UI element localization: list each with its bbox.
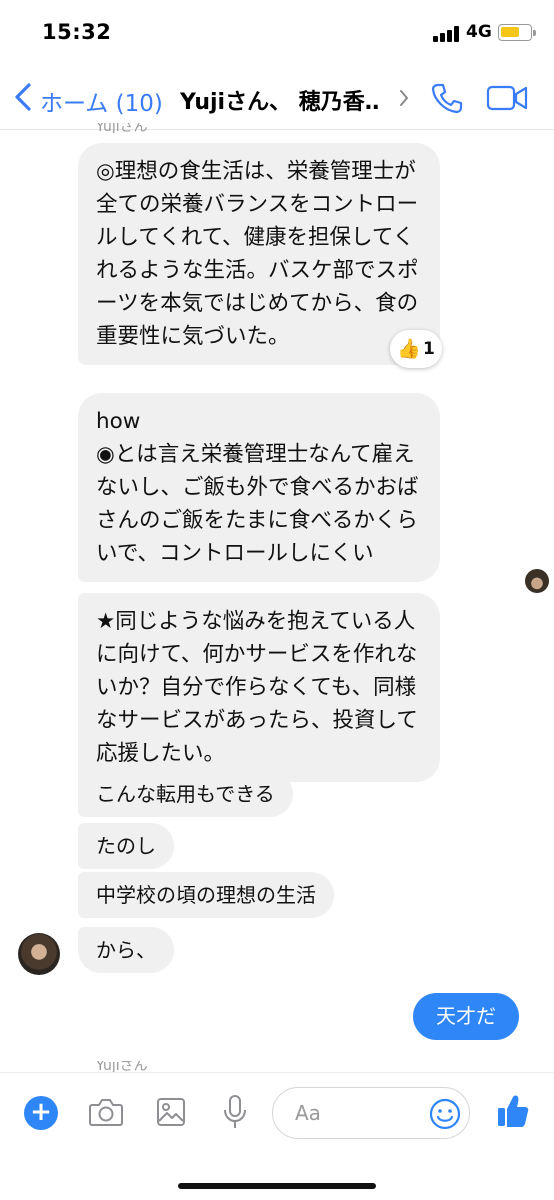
outgoing-message-bubble[interactable]: 天才だ bbox=[413, 993, 519, 1040]
chevron-right-icon[interactable] bbox=[398, 88, 410, 108]
message-input-placeholder: Aa bbox=[295, 1101, 321, 1125]
battery-icon bbox=[498, 24, 536, 41]
video-camera-icon[interactable] bbox=[486, 84, 528, 112]
reaction-badge[interactable]: 👍 1 bbox=[390, 330, 442, 368]
read-receipt-avatar bbox=[525, 569, 549, 593]
message-line: how bbox=[96, 409, 141, 434]
emoji-icon[interactable] bbox=[429, 1098, 461, 1130]
sender-name: Yujiさん bbox=[96, 1061, 148, 1072]
thumbs-up-reaction-icon: 👍 bbox=[397, 338, 421, 360]
avatar[interactable] bbox=[18, 933, 60, 975]
reaction-count: 1 bbox=[423, 339, 435, 359]
message-bubble[interactable]: ★同じような悩みを抱えている人に向けて、何かサービスを作れないか？自分で作らなく… bbox=[78, 593, 440, 782]
message-line: ◉とは言え栄養管理士なんて雇えないし、ご飯も外で食べるかおばさんのご飯をたまに食… bbox=[96, 442, 419, 566]
message-bubble[interactable]: how ◉とは言え栄養管理士なんて雇えないし、ご飯も外で食べるかおばさんのご飯を… bbox=[78, 393, 440, 582]
signal-strength-icon bbox=[433, 24, 461, 42]
conversation-header: ホーム (10) Yujiさん、 穂乃香… bbox=[0, 64, 554, 130]
sender-name: Yujiさん bbox=[96, 123, 148, 133]
network-label: 4G bbox=[466, 22, 492, 42]
thumbs-up-icon[interactable] bbox=[496, 1093, 530, 1129]
message-composer: + Aa bbox=[0, 1072, 554, 1200]
message-bubble[interactable]: こんな転用もできる bbox=[78, 771, 293, 817]
plus-icon[interactable]: + bbox=[24, 1096, 58, 1130]
microphone-icon[interactable] bbox=[222, 1094, 248, 1130]
conversation-title[interactable]: Yujiさん、 穂乃香… bbox=[180, 84, 380, 116]
camera-icon[interactable] bbox=[88, 1097, 124, 1127]
status-time: 15:32 bbox=[42, 20, 112, 44]
message-bubble[interactable]: から、 bbox=[78, 927, 174, 973]
message-bubble[interactable]: 中学校の頃の理想の生活 bbox=[78, 872, 334, 918]
back-chevron-icon[interactable] bbox=[12, 82, 36, 112]
home-indicator bbox=[178, 1183, 376, 1189]
image-icon[interactable] bbox=[156, 1097, 186, 1127]
phone-icon[interactable] bbox=[430, 82, 464, 114]
message-bubble[interactable]: ◎理想の食生活は、栄養管理士が全ての栄養バランスをコントロールしてくれて、健康を… bbox=[78, 143, 440, 365]
status-bar: 15:32 4G bbox=[0, 0, 554, 64]
message-bubble[interactable]: たのし bbox=[78, 823, 174, 869]
back-button[interactable]: ホーム (10) bbox=[40, 84, 163, 118]
message-input[interactable]: Aa bbox=[272, 1087, 470, 1139]
